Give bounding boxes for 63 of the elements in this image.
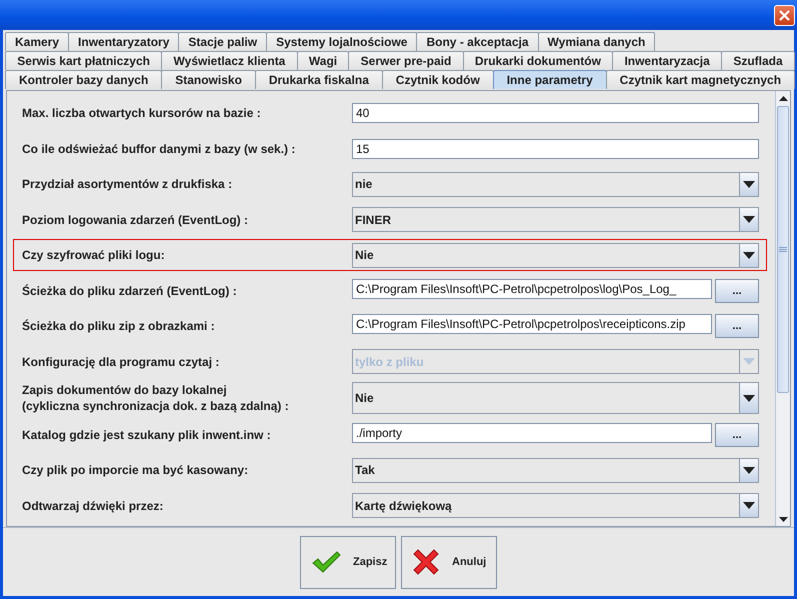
dropdown[interactable]: Nie — [352, 382, 759, 414]
text-field[interactable]: 40 — [352, 103, 759, 123]
path-field[interactable]: C:\Program Files\Insoft\PC-Petrol\pcpetrolpos\log\Pos_Log_ — [352, 278, 712, 299]
tab[interactable]: Wyświetlacz klienta — [161, 51, 298, 70]
close-icon — [779, 10, 790, 20]
scrollbar[interactable] — [775, 91, 790, 526]
tab[interactable]: Szuflada — [721, 51, 795, 70]
setting-label: Co ile odświeżać buffor danymi z bazy (w sek.) : — [22, 140, 296, 157]
tab[interactable]: Stacje paliw — [178, 32, 268, 51]
cross-icon — [412, 549, 440, 575]
browse-button[interactable]: ... — [715, 278, 759, 303]
dropdown[interactable]: Tak — [352, 458, 759, 483]
dropdown[interactable]: Kartę dźwiękową — [352, 493, 759, 518]
close-button[interactable] — [774, 4, 795, 26]
path-field[interactable]: C:\Program Files\Insoft\PC-Petrol\pcpetrolpos\receipticons.zip — [352, 314, 712, 334]
setting-label: Zapis dokumentów do bazy lokalnej (cykliczna synchronizacja dok. z bazą zdalną) : — [22, 382, 290, 414]
tab[interactable]: Wagi — [296, 51, 350, 70]
dropdown[interactable]: Nie — [352, 242, 759, 268]
tab[interactable]: Inne parametry — [492, 70, 607, 89]
tab[interactable]: Stanowisko — [161, 70, 256, 89]
tab[interactable]: Drukarki dokumentów — [462, 51, 614, 70]
tab[interactable]: Systemy lojalnościowe — [266, 32, 418, 51]
scroll-thumb[interactable] — [777, 106, 789, 393]
setting-label: Poziom logowania zdarzeń (EventLog) : — [22, 212, 250, 228]
dropdown[interactable]: nie — [352, 172, 759, 197]
scroll-up-icon[interactable] — [778, 96, 788, 100]
path-field[interactable]: ./importy — [352, 422, 712, 443]
browse-button[interactable]: ... — [715, 314, 759, 338]
dropdown[interactable]: FINER — [352, 207, 759, 232]
save-button[interactable]: Zapisz — [300, 536, 396, 588]
text-field[interactable]: 15 — [352, 138, 759, 159]
setting-label: Max. liczba otwartych kursorów na bazie : — [22, 105, 262, 121]
tab[interactable]: Czytnik kodów — [382, 70, 494, 89]
setting-label: Ścieżka do pliku zip z obrazkami : — [22, 318, 216, 334]
tab[interactable]: Kamery — [5, 32, 70, 51]
dropdown-arrow-icon — [743, 502, 755, 510]
cancel-button[interactable]: Anuluj — [401, 536, 497, 588]
tab[interactable]: Kontroler bazy danych — [5, 70, 162, 89]
dropdown-arrow-icon — [743, 252, 755, 259]
setting-label: Katalog gdzie jest szukany plik inwent.inw : — [22, 426, 272, 443]
browse-button[interactable]: ... — [715, 422, 759, 447]
dropdown-arrow-icon — [743, 180, 755, 188]
tab[interactable]: Wymiana danych — [538, 32, 656, 51]
tab[interactable]: Inwentaryzatory — [68, 32, 180, 51]
dropdown-arrow-icon — [743, 358, 755, 366]
dropdown-arrow-icon — [743, 216, 755, 224]
tab[interactable]: Bony - akceptacja — [416, 32, 539, 51]
setting-label: Konfigurację dla programu czytaj : — [22, 354, 220, 370]
tab[interactable]: Serwer pre-paid — [348, 51, 464, 70]
tab[interactable]: Drukarka fiskalna — [254, 70, 383, 89]
grip-icon — [779, 247, 787, 252]
scroll-down-icon[interactable] — [778, 516, 788, 522]
setting-label: Czy plik po imporcie ma być kasowany: — [22, 462, 250, 478]
dropdown-arrow-icon — [743, 466, 755, 474]
dropdown-arrow-icon — [743, 394, 755, 402]
setting-label: Odtwarzaj dźwięki przez: — [22, 498, 164, 514]
setting-label: Przydział asortymentów z drukfiska : — [22, 176, 234, 192]
tab[interactable]: Serwis kart płatniczych — [5, 51, 162, 70]
setting-label: Czy szyfrować pliki logu: — [22, 247, 166, 264]
tab[interactable]: Inwentaryzacja — [612, 51, 722, 70]
checkmark-icon — [311, 550, 341, 574]
setting-label: Ścieżka do pliku zdarzeń (EventLog) : — [22, 282, 238, 299]
tab[interactable]: Czytnik kart magnetycznych — [606, 70, 795, 89]
